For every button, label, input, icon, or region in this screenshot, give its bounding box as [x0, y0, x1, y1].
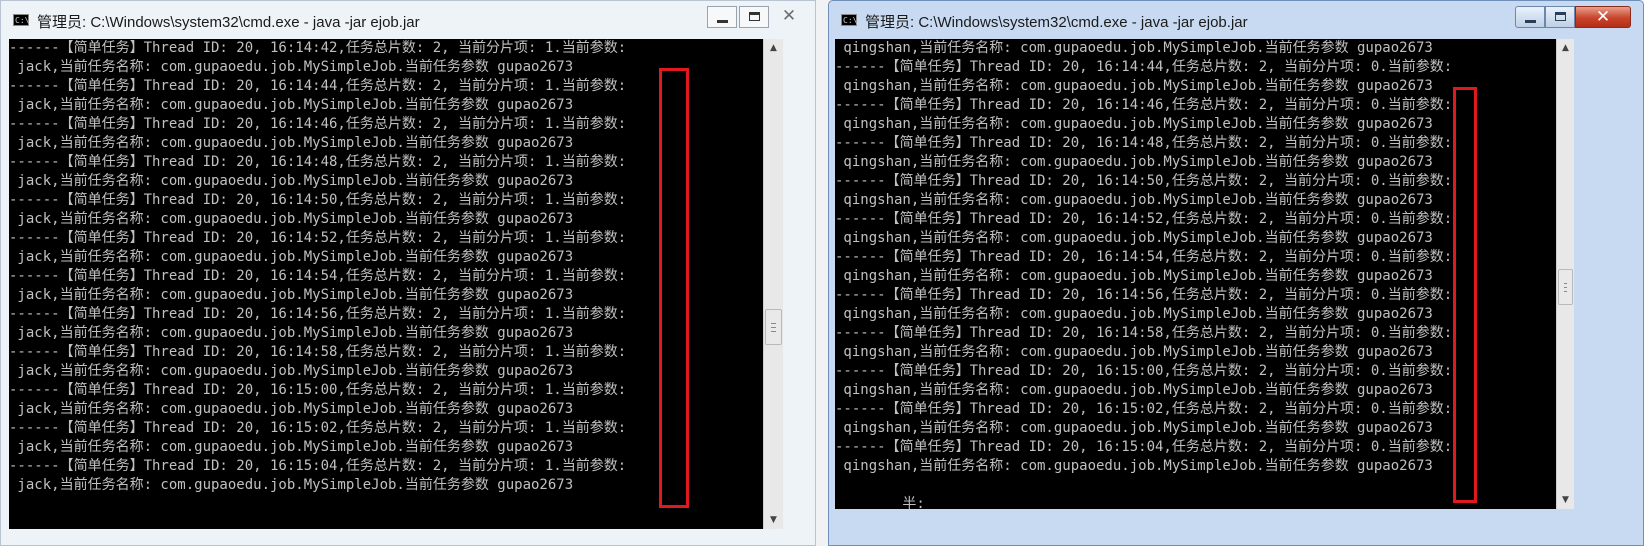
- close-button[interactable]: ✕: [1575, 6, 1631, 28]
- console-line: ------【简单任务】Thread ID: 20, 16:14:50,任务总片…: [9, 192, 627, 208]
- console-line: ------【简单任务】Thread ID: 20, 16:14:46,任务总片…: [9, 116, 627, 132]
- scroll-up-arrow-icon[interactable]: ▲: [764, 39, 783, 57]
- window-title: 管理员: C:\Windows\system32\cmd.exe - java …: [37, 14, 420, 31]
- console-line: jack,当前任务名称: com.gupaoedu.job.MySimpleJo…: [9, 477, 574, 493]
- shard-item-highlight-box: [1453, 87, 1477, 503]
- maximize-icon: [749, 12, 760, 21]
- vertical-scrollbar[interactable]: ▲ ▼: [763, 39, 783, 529]
- scroll-down-arrow-icon[interactable]: ▼: [764, 511, 783, 529]
- console-line: qingshan,当前任务名称: com.gupaoedu.job.MySimp…: [835, 382, 1433, 398]
- vertical-scrollbar[interactable]: ▲ ▼: [1556, 39, 1574, 509]
- console-line: qingshan,当前任务名称: com.gupaoedu.job.MySimp…: [835, 230, 1433, 246]
- maximize-icon: [1555, 12, 1566, 21]
- grip-line: [1564, 291, 1567, 292]
- cmd-window-right[interactable]: C:\ 管理员: C:\Windows\system32\cmd.exe - j…: [828, 0, 1644, 546]
- close-icon: ✕: [781, 6, 797, 26]
- grip-line: [1564, 283, 1567, 284]
- console-line: ------【简单任务】Thread ID: 20, 16:14:56,任务总片…: [9, 306, 627, 322]
- console-line: qingshan,当前任务名称: com.gupaoedu.job.MySimp…: [835, 306, 1433, 322]
- shard-item-highlight-box: [659, 68, 689, 508]
- console-line: ------【简单任务】Thread ID: 20, 16:14:44,任务总片…: [835, 59, 1453, 75]
- console-line: ------【简单任务】Thread ID: 20, 16:14:58,任务总片…: [835, 325, 1453, 341]
- console-output[interactable]: ------【简单任务】Thread ID: 20, 16:14:42,任务总片…: [9, 39, 763, 529]
- console-line: jack,当前任务名称: com.gupaoedu.job.MySimpleJo…: [9, 325, 574, 341]
- console-line: ------【简单任务】Thread ID: 20, 16:15:02,任务总片…: [835, 401, 1453, 417]
- console-line: ------【简单任务】Thread ID: 20, 16:15:04,任务总片…: [835, 439, 1453, 455]
- console-line: qingshan,当前任务名称: com.gupaoedu.job.MySimp…: [835, 458, 1433, 474]
- console-line: ------【简单任务】Thread ID: 20, 16:15:02,任务总片…: [9, 420, 627, 436]
- console-line: ------【简单任务】Thread ID: 20, 16:14:46,任务总片…: [835, 97, 1453, 113]
- window-title: 管理员: C:\Windows\system32\cmd.exe - java …: [865, 14, 1248, 31]
- console-line: jack,当前任务名称: com.gupaoedu.job.MySimpleJo…: [9, 97, 574, 113]
- cmd-console-icon[interactable]: C:\: [13, 14, 29, 26]
- console-line: ------【简单任务】Thread ID: 20, 16:15:04,任务总片…: [9, 458, 627, 474]
- console-line: qingshan,当前任务名称: com.gupaoedu.job.MySimp…: [835, 420, 1433, 436]
- console-line: jack,当前任务名称: com.gupaoedu.job.MySimpleJo…: [9, 401, 574, 417]
- console-line: jack,当前任务名称: com.gupaoedu.job.MySimpleJo…: [9, 287, 574, 303]
- maximize-button[interactable]: [739, 6, 769, 28]
- console-line: ------【简单任务】Thread ID: 20, 16:14:44,任务总片…: [9, 78, 627, 94]
- console-line: ------【简单任务】Thread ID: 20, 16:15:00,任务总片…: [835, 363, 1453, 379]
- console-output[interactable]: qingshan,当前任务名称: com.gupaoedu.job.MySimp…: [835, 39, 1556, 509]
- cmd-console-icon[interactable]: C:\: [841, 14, 857, 26]
- scroll-up-arrow-icon[interactable]: ▲: [1557, 39, 1574, 57]
- scroll-down-arrow-icon[interactable]: ▼: [1557, 491, 1574, 509]
- console-line: ------【简单任务】Thread ID: 20, 16:14:52,任务总片…: [9, 230, 627, 246]
- scroll-thumb[interactable]: [765, 309, 782, 345]
- grip-line: [771, 331, 776, 332]
- console-line: jack,当前任务名称: com.gupaoedu.job.MySimpleJo…: [9, 249, 574, 265]
- console-line: ------【简单任务】Thread ID: 20, 16:14:50,任务总片…: [835, 173, 1453, 189]
- console-line: jack,当前任务名称: com.gupaoedu.job.MySimpleJo…: [9, 211, 574, 227]
- console-line: qingshan,当前任务名称: com.gupaoedu.job.MySimp…: [835, 344, 1433, 360]
- close-icon: ✕: [1595, 7, 1611, 27]
- minimize-button[interactable]: [707, 6, 737, 28]
- console-line: jack,当前任务名称: com.gupaoedu.job.MySimpleJo…: [9, 439, 574, 455]
- console-line: ------【简单任务】Thread ID: 20, 16:15:00,任务总片…: [9, 382, 627, 398]
- minimize-icon: [1525, 20, 1536, 23]
- grip-line: [771, 323, 776, 324]
- grip-line: [771, 327, 776, 328]
- console-line: qingshan,当前任务名称: com.gupaoedu.job.MySimp…: [835, 154, 1433, 170]
- console-line: qingshan,当前任务名称: com.gupaoedu.job.MySimp…: [835, 78, 1433, 94]
- console-line: ------【简单任务】Thread ID: 20, 16:14:48,任务总片…: [835, 135, 1453, 151]
- console-line: ------【简单任务】Thread ID: 20, 16:14:52,任务总片…: [835, 211, 1453, 227]
- maximize-button[interactable]: [1545, 6, 1575, 28]
- console-line: ------【简单任务】Thread ID: 20, 16:14:54,任务总片…: [835, 249, 1453, 265]
- console-line: ------【简单任务】Thread ID: 20, 16:14:58,任务总片…: [9, 344, 627, 360]
- console-line: ------【简单任务】Thread ID: 20, 16:14:42,任务总片…: [9, 40, 627, 56]
- title-bar[interactable]: C:\ 管理员: C:\Windows\system32\cmd.exe - j…: [829, 1, 1643, 39]
- console-line: qingshan,当前任务名称: com.gupaoedu.job.MySimp…: [835, 116, 1433, 132]
- console-line: qingshan,当前任务名称: com.gupaoedu.job.MySimp…: [835, 192, 1433, 208]
- close-button[interactable]: ✕: [771, 6, 807, 28]
- minimize-icon: [717, 20, 728, 23]
- console-line: qingshan,当前任务名称: com.gupaoedu.job.MySimp…: [835, 40, 1433, 56]
- console-line: ------【简单任务】Thread ID: 20, 16:14:54,任务总片…: [9, 268, 627, 284]
- console-line: jack,当前任务名称: com.gupaoedu.job.MySimpleJo…: [9, 135, 574, 151]
- cmd-window-left[interactable]: C:\ 管理员: C:\Windows\system32\cmd.exe - j…: [0, 0, 816, 546]
- console-line: qingshan,当前任务名称: com.gupaoedu.job.MySimp…: [835, 268, 1433, 284]
- title-bar[interactable]: C:\ 管理员: C:\Windows\system32\cmd.exe - j…: [1, 1, 815, 39]
- console-line: jack,当前任务名称: com.gupaoedu.job.MySimpleJo…: [9, 173, 574, 189]
- console-line: jack,当前任务名称: com.gupaoedu.job.MySimpleJo…: [9, 363, 574, 379]
- console-prompt-line[interactable]: 半:: [835, 495, 1556, 509]
- console-line: jack,当前任务名称: com.gupaoedu.job.MySimpleJo…: [9, 59, 574, 75]
- scroll-thumb[interactable]: [1558, 269, 1573, 305]
- minimize-button[interactable]: [1515, 6, 1545, 28]
- console-line: ------【简单任务】Thread ID: 20, 16:14:56,任务总片…: [835, 287, 1453, 303]
- console-line: ------【简单任务】Thread ID: 20, 16:14:48,任务总片…: [9, 154, 627, 170]
- grip-line: [1564, 287, 1567, 288]
